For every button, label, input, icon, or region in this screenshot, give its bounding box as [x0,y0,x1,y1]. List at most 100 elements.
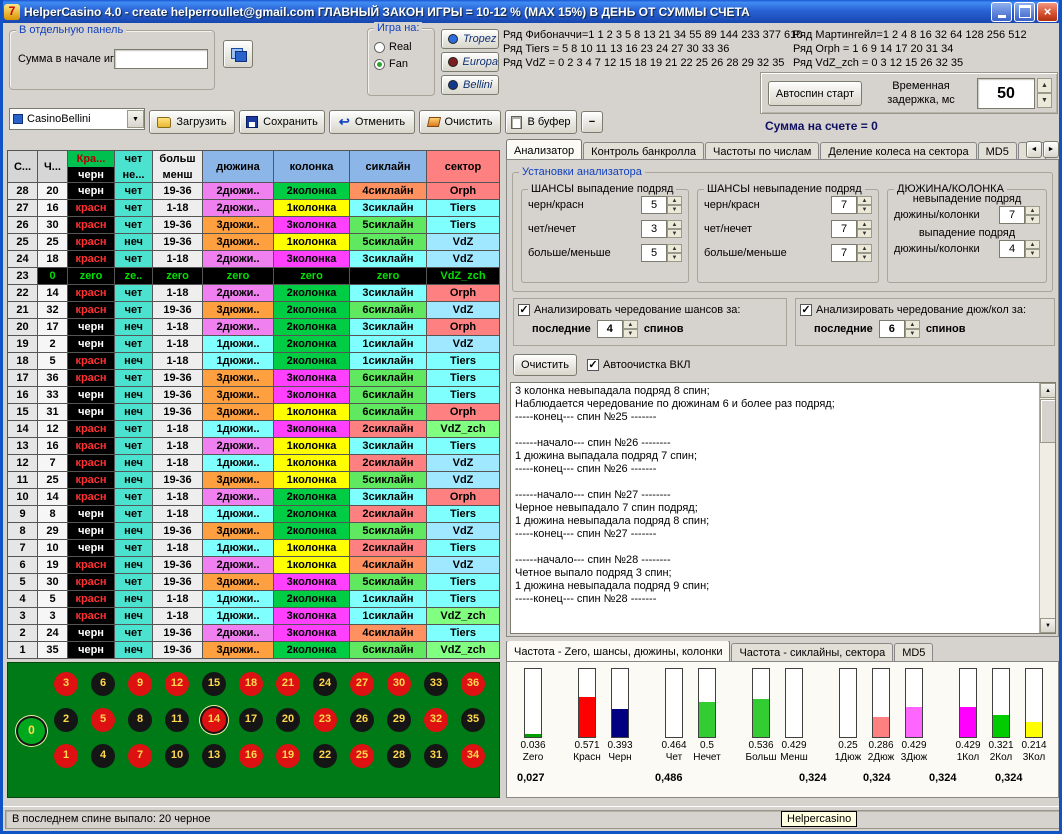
analyzer-log[interactable]: 3 колонка невыпадала подряд 8 спин; Набл… [510,382,1056,634]
board-number-31[interactable]: 31 [424,744,448,768]
column-header[interactable]: сиклайн [350,151,427,183]
to-buffer-button[interactable]: В буфер [505,110,577,134]
tab-3[interactable]: Деление колеса на сектора [820,142,976,160]
board-number-11[interactable]: 11 [165,708,189,732]
spin-down-icon[interactable]: ▼ [1025,249,1040,258]
casino-button-europa[interactable]: Europa [441,52,499,72]
column-header[interactable]: С... [8,151,38,183]
history-row[interactable]: 224чернчет19-362дюжи..3колонка4сиклайнTi… [8,625,500,642]
tab-1[interactable]: Контроль банкролла [583,142,704,160]
spin-down-icon[interactable]: ▼ [667,229,682,238]
board-number-21[interactable]: 21 [276,672,300,696]
spin-value[interactable]: 6 [879,320,905,338]
spin-value[interactable]: 7 [999,206,1025,224]
board-number-12[interactable]: 12 [165,672,189,696]
casino-button-tropez[interactable]: Tropez [441,29,499,49]
spin-up-icon[interactable]: ▲ [667,244,682,253]
spin-value[interactable]: 4 [597,320,623,338]
spin-down-icon[interactable]: ▼ [1037,93,1052,108]
load-button[interactable]: Загрузить [149,110,235,134]
column-header[interactable]: Ч... [38,151,68,183]
history-row[interactable]: 2017черннеч1-182дюжи..2колонка3сиклайнOr… [8,319,500,336]
column-header[interactable]: большменш [153,151,203,183]
board-number-36[interactable]: 36 [461,672,485,696]
board-number-24[interactable]: 24 [313,672,337,696]
history-row[interactable]: 619красннеч19-362дюжи..1колонка4сиклайнV… [8,557,500,574]
column-header[interactable]: колонка [274,151,350,183]
dropdown-arrow-icon[interactable]: ▼ [127,110,144,128]
board-number-16[interactable]: 16 [239,744,263,768]
chart-tab-2[interactable]: MD5 [894,643,933,661]
board-number-8[interactable]: 8 [128,708,152,732]
board-number-10[interactable]: 10 [165,744,189,768]
history-row[interactable]: 530краснчет19-363дюжи..3колонка5сиклайнT… [8,574,500,591]
column-header[interactable]: Кра...черн [68,151,115,183]
casino-select[interactable]: CasinoBellini ▼ [9,108,145,130]
history-row[interactable]: 1014краснчет1-182дюжи..2колонка3сиклайнO… [8,489,500,506]
history-row[interactable]: 2418краснчет1-182дюжи..3колонка3сиклайнV… [8,251,500,268]
spin-up-icon[interactable]: ▲ [667,220,682,229]
history-row[interactable]: 33красннеч1-181дюжи..3колонка1сиклайнVdZ… [8,608,500,625]
analyzer-clear-button[interactable]: Очистить [513,354,577,376]
history-row[interactable]: 1316краснчет1-182дюжи..1колонка3сиклайнT… [8,438,500,455]
history-row[interactable]: 185красннеч1-181дюжи..2колонка1сиклайнTi… [8,353,500,370]
spin-down-icon[interactable]: ▼ [857,253,872,262]
history-row[interactable]: 710чернчет1-181дюжи..1колонка2сиклайнTie… [8,540,500,557]
spin-value[interactable]: 3 [641,220,667,238]
board-number-27[interactable]: 27 [350,672,374,696]
spin-up-icon[interactable]: ▲ [1037,78,1052,93]
tab-4[interactable]: MD5 [978,142,1017,160]
clear-button[interactable]: Очистить [419,110,501,134]
board-number-3[interactable]: 3 [54,672,78,696]
board-number-4[interactable]: 4 [91,744,115,768]
spin-up-icon[interactable]: ▲ [857,220,872,229]
spin-up-icon[interactable]: ▲ [1025,206,1040,215]
board-number-2[interactable]: 2 [54,708,78,732]
history-row[interactable]: 45красннеч1-181дюжи..2колонка1сиклайнTie… [8,591,500,608]
minimize-button[interactable] [991,2,1012,22]
undo-button[interactable]: ↩ Отменить [329,110,415,134]
board-number-18[interactable]: 18 [239,672,263,696]
board-number-9[interactable]: 9 [128,672,152,696]
board-number-22[interactable]: 22 [313,744,337,768]
spin-up-icon[interactable]: ▲ [623,320,638,329]
scrollbar-thumb[interactable] [1040,399,1056,443]
board-number-1[interactable]: 1 [54,744,78,768]
spin-up-icon[interactable]: ▲ [857,196,872,205]
spin-down-icon[interactable]: ▼ [1025,215,1040,224]
spin-value[interactable]: 5 [641,196,667,214]
scroll-down-icon[interactable]: ▼ [1040,618,1056,633]
history-row[interactable]: 135черннеч19-363дюжи..2колонка6сиклайнVd… [8,642,500,659]
spin-down-icon[interactable]: ▼ [857,229,872,238]
board-number-17[interactable]: 17 [239,708,263,732]
checkbox-checked-icon[interactable]: ✓ [518,304,530,316]
casino-button-bellini[interactable]: Bellini [441,75,499,95]
board-number-19[interactable]: 19 [276,744,300,768]
history-row[interactable]: 1125красннеч19-363дюжи..1колонка5сиклайн… [8,472,500,489]
spin-value[interactable]: 7 [831,220,857,238]
spin-down-icon[interactable]: ▼ [905,329,920,338]
tab-scroll-left-icon[interactable]: ◄ [1026,141,1042,158]
column-header[interactable]: сектор [427,151,500,183]
history-row[interactable]: 2716краснчет1-182дюжи..1колонка3сиклайнT… [8,200,500,217]
history-row[interactable]: 1531черннеч19-363дюжи..1колонка6сиклайнO… [8,404,500,421]
column-header[interactable]: дюжина [203,151,274,183]
history-row[interactable]: 230zeroze..zerozerozerozeroVdZ_zch [8,268,500,285]
spin-down-icon[interactable]: ▼ [667,205,682,214]
tab-0[interactable]: Анализатор [506,139,582,160]
spin-value[interactable]: 7 [831,196,857,214]
board-zero[interactable]: 0 [18,718,45,744]
history-row[interactable]: 192чернчет1-181дюжи..2колонка1сиклайнVdZ [8,336,500,353]
history-row[interactable]: 98чернчет1-181дюжи..2колонка2сиклайнTier… [8,506,500,523]
board-number-34[interactable]: 34 [461,744,485,768]
spin-up-icon[interactable]: ▲ [905,320,920,329]
delay-input[interactable]: 50 [977,78,1035,109]
history-row[interactable]: 1633черннеч19-363дюжи..3колонка6сиклайнT… [8,387,500,404]
autospin-start-button[interactable]: Автоспин старт [768,81,862,106]
board-number-29[interactable]: 29 [387,708,411,732]
collapse-button[interactable]: − [581,111,603,133]
radio-fan[interactable]: Fan [374,58,428,70]
history-row[interactable]: 127красннеч1-181дюжи..1колонка2сиклайнVd… [8,455,500,472]
history-row[interactable]: 2630краснчет19-363дюжи..3колонка5сиклайн… [8,217,500,234]
radio-real[interactable]: Real [374,41,428,53]
